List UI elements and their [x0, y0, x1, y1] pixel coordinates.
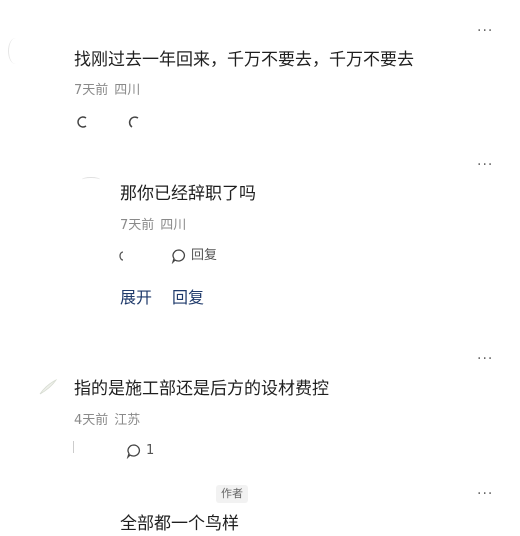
comment-bubble-icon	[171, 249, 185, 264]
comment-text: 找刚过去一年回来，千万不要去，千万不要去	[74, 50, 414, 70]
reply-count-button[interactable]: 1	[126, 443, 154, 459]
comment-meta: 7天前 四川	[120, 218, 186, 234]
more-options-button[interactable]: ···	[477, 158, 493, 172]
comment-meta: 7天前 四川	[74, 83, 140, 99]
comment-text: 全部都一个鸟样	[120, 514, 239, 534]
comment-location: 四川	[160, 218, 187, 233]
comment-text: 那你已经辞职了吗	[120, 184, 256, 204]
more-options-button[interactable]: ···	[477, 352, 493, 366]
expand-label-end: 回复	[172, 288, 205, 307]
like-icon[interactable]	[73, 441, 78, 453]
comment-text: 指的是施工部还是后方的设材费控	[74, 379, 329, 399]
comment-location: 江苏	[114, 413, 141, 428]
like-icon[interactable]	[119, 248, 125, 262]
comment-time: 7天前	[120, 218, 155, 233]
author-badge: 作者	[216, 485, 248, 503]
avatar[interactable]	[8, 38, 23, 64]
comment-icon[interactable]	[126, 114, 142, 130]
avatar[interactable]	[82, 177, 100, 182]
comment-meta: 4天前 江苏	[74, 413, 140, 429]
more-options-button[interactable]: ···	[477, 24, 493, 38]
comment-location: 四川	[114, 83, 141, 98]
expand-label-start: 展开	[120, 288, 153, 307]
expand-replies-link[interactable]: 展开 回复	[120, 288, 204, 308]
reply-label: 回复	[191, 248, 218, 263]
like-icon[interactable]	[74, 114, 90, 130]
reply-count: 1	[146, 443, 155, 458]
avatar[interactable]	[38, 378, 58, 396]
comment-bubble-icon	[126, 444, 140, 459]
comment-time: 4天前	[74, 413, 109, 428]
more-options-button[interactable]: ···	[477, 487, 493, 501]
reply-button[interactable]: 回复	[171, 248, 217, 264]
comment-time: 7天前	[74, 83, 109, 98]
